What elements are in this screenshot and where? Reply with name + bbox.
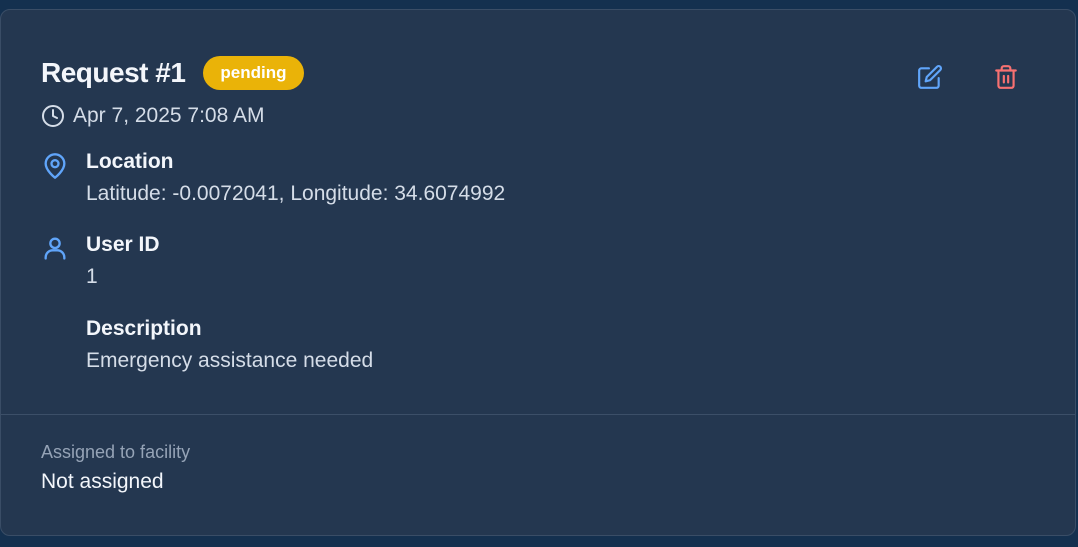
request-card: Request #1 pending Apr 7, 2025 7:08 AM L… <box>0 9 1076 536</box>
clock-icon <box>41 104 65 128</box>
status-badge: pending <box>203 56 304 90</box>
card-actions <box>917 64 1019 90</box>
trash-icon <box>995 65 1017 89</box>
timestamp-text: Apr 7, 2025 7:08 AM <box>73 104 265 127</box>
facility-value: Not assigned <box>41 470 164 493</box>
edit-icon <box>918 65 942 89</box>
card-divider <box>1 414 1075 415</box>
location-field: Location Latitude: -0.0072041, Longitude… <box>41 148 505 212</box>
location-label: Location <box>86 150 174 173</box>
request-title: Request #1 <box>41 57 186 88</box>
map-pin-icon <box>41 148 73 212</box>
request-timestamp: Apr 7, 2025 7:08 AM <box>41 104 264 128</box>
description-value: Emergency assistance needed <box>86 349 374 372</box>
user-icon <box>41 231 73 295</box>
user-id-value: 1 <box>86 265 98 288</box>
user-id-label: User ID <box>86 233 160 256</box>
description-field: Description Emergency assistance needed <box>41 315 373 379</box>
facility-label: Assigned to facility <box>41 442 191 462</box>
location-value: Latitude: -0.0072041, Longitude: 34.6074… <box>86 182 506 205</box>
edit-button[interactable] <box>917 64 943 90</box>
delete-button[interactable] <box>993 64 1019 90</box>
description-label: Description <box>86 317 202 340</box>
user-field: User ID 1 <box>41 231 160 295</box>
request-header: Request #1 pending <box>41 56 304 90</box>
